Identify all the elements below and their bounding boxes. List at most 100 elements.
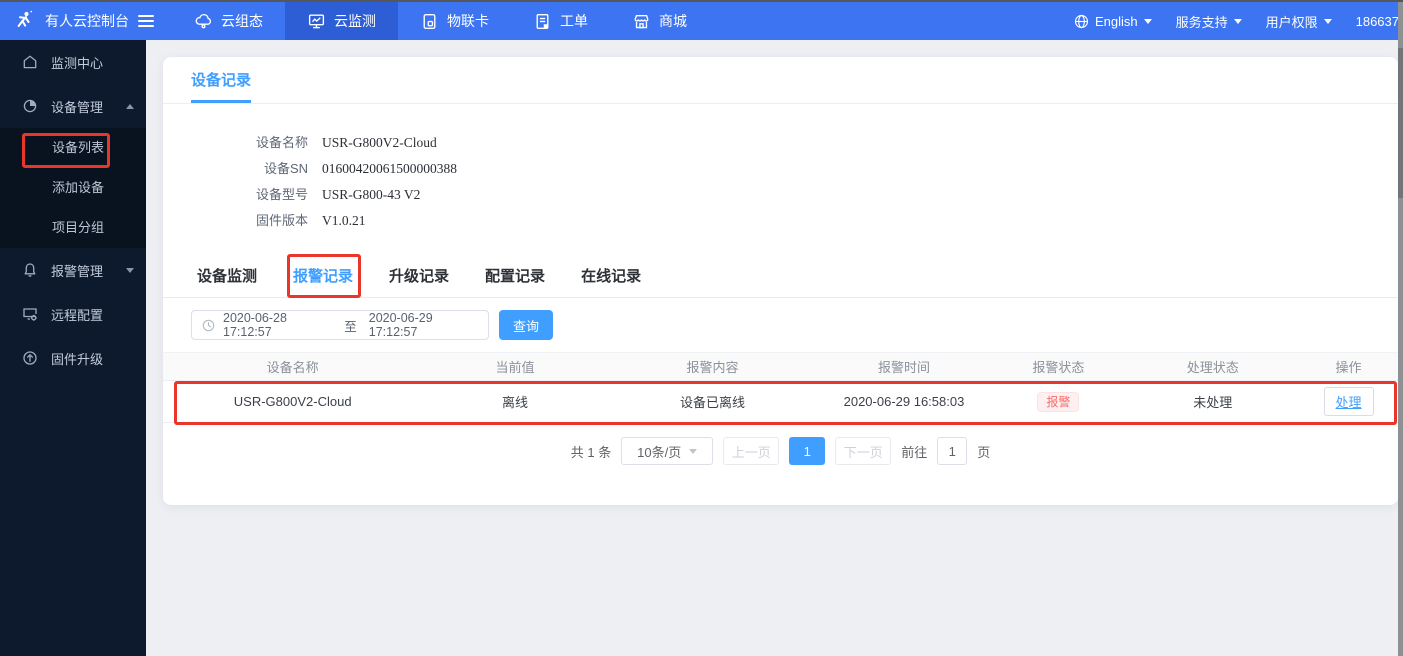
page-size-value: 10条/页 xyxy=(637,444,682,460)
handle-button[interactable]: 处理 xyxy=(1323,387,1374,416)
device-record-card: 设备记录 设备名称 USR-G800V2-Cloud 设备SN 01600420… xyxy=(163,57,1398,505)
cell-action: 处理 xyxy=(1299,387,1398,416)
filter-row: 2020-06-28 17:12:57 至 2020-06-29 17:12:5… xyxy=(191,310,1398,340)
goto-page-input[interactable] xyxy=(937,437,968,465)
firmware-upgrade-icon xyxy=(22,350,38,366)
pagination-total: 共 1 条 xyxy=(570,444,612,460)
account-number[interactable]: 186637 xyxy=(1356,14,1399,29)
sidebar-item-project-group[interactable]: 项目分组 xyxy=(0,208,146,248)
info-value: USR-G800V2-Cloud xyxy=(322,135,437,150)
page-number-1[interactable]: 1 xyxy=(789,437,826,465)
sidebar-item-add-device[interactable]: 添加设备 xyxy=(0,168,146,208)
navbar-right: English 服务支持 用户权限 186637 xyxy=(1074,12,1403,31)
page-size-select[interactable]: 10条/页 xyxy=(621,437,714,465)
device-info: 设备名称 USR-G800V2-Cloud 设备SN 0160042006150… xyxy=(163,104,1398,234)
brand[interactable]: 有人云控制台 xyxy=(0,9,160,33)
nav-tab-label: 物联卡 xyxy=(447,13,489,29)
tab-device-monitor[interactable]: 设备监测 xyxy=(197,258,257,297)
info-label: 设备型号 xyxy=(255,187,308,202)
monitor-chart-icon xyxy=(307,12,326,31)
chevron-down-icon xyxy=(1143,18,1152,24)
vertical-scrollbar[interactable] xyxy=(1398,2,1403,656)
left-sidebar: 监测中心 设备管理 设备列表 添加设备 项目分组 报警管理 远程配置 固件升级 xyxy=(0,40,146,656)
nav-tab-cloud-config[interactable]: 云组态 xyxy=(172,2,285,40)
prev-page-button[interactable]: 上一页 xyxy=(723,437,780,465)
submenu-item-label: 项目分组 xyxy=(52,220,105,235)
date-start-value: 2020-06-28 17:12:57 xyxy=(223,311,287,339)
tab-online-records[interactable]: 在线记录 xyxy=(581,258,641,297)
nav-tab-label: 商城 xyxy=(659,13,687,29)
submenu-item-label: 设备列表 xyxy=(52,140,105,155)
window-top-edge xyxy=(0,0,1403,2)
col-alarm-status: 报警状态 xyxy=(1032,360,1085,375)
scrollbar-thumb[interactable] xyxy=(1398,48,1403,198)
nav-tab-label: 云组态 xyxy=(221,13,263,29)
pagination: 共 1 条 10条/页 上一页 1 下一页 前往 页 xyxy=(163,437,1398,465)
cell-handle-status: 未处理 xyxy=(1193,395,1233,410)
device-management-submenu: 设备列表 添加设备 项目分组 xyxy=(0,128,146,248)
nav-tab-label: 工单 xyxy=(560,13,588,29)
nav-tab-iot-card[interactable]: 物联卡 xyxy=(398,2,511,40)
permission-menu[interactable]: 用户权限 xyxy=(1266,12,1332,31)
search-button[interactable]: 查询 xyxy=(499,310,554,340)
cell-alarm-status: 报警 xyxy=(990,391,1126,412)
info-row-device-sn: 设备SN 01600420061500000388 xyxy=(163,156,1398,182)
navbar-tabs: 云组态 云监测 物联卡 工单 商城 xyxy=(172,2,709,40)
table-row: USR-G800V2-Cloud 离线 设备已离线 2020-06-29 16:… xyxy=(163,381,1398,423)
nav-tab-mall[interactable]: 商城 xyxy=(610,2,709,40)
tab-alarm-records[interactable]: 报警记录 xyxy=(293,258,354,297)
sidebar-item-device-list[interactable]: 设备列表 xyxy=(0,128,146,168)
info-label: 设备SN xyxy=(263,161,308,176)
chevron-down-icon xyxy=(1323,18,1332,24)
work-order-icon xyxy=(533,12,552,31)
sidebar-item-label: 远程配置 xyxy=(51,307,104,323)
brand-logo-icon xyxy=(12,9,36,33)
language-menu[interactable]: English xyxy=(1074,14,1152,29)
clock-icon xyxy=(202,319,215,332)
tab-config-records[interactable]: 配置记录 xyxy=(485,258,545,297)
sidebar-item-remote-config[interactable]: 远程配置 xyxy=(0,292,146,336)
sidebar-item-monitor-center[interactable]: 监测中心 xyxy=(0,40,146,84)
tab-upgrade-records[interactable]: 升级记录 xyxy=(389,258,449,297)
page-title[interactable]: 设备记录 xyxy=(191,57,252,103)
sidebar-item-label: 固件升级 xyxy=(51,351,104,367)
chevron-down-icon xyxy=(689,448,698,454)
chevron-down-icon xyxy=(1233,18,1242,24)
next-page-button[interactable]: 下一页 xyxy=(835,437,892,465)
col-current-value: 当前值 xyxy=(495,360,535,375)
col-alarm-time: 报警时间 xyxy=(877,360,930,375)
sidebar-item-firmware-upgrade[interactable]: 固件升级 xyxy=(0,336,146,380)
sim-card-icon xyxy=(420,12,439,31)
date-range-picker[interactable]: 2020-06-28 17:12:57 至 2020-06-29 17:12:5… xyxy=(191,310,489,340)
col-action: 操作 xyxy=(1335,360,1362,375)
cell-device-name: USR-G800V2-Cloud xyxy=(233,394,352,409)
support-label: 服务支持 xyxy=(1175,14,1228,30)
date-end-value: 2020-06-29 17:12:57 xyxy=(368,311,433,339)
sidebar-item-label: 监测中心 xyxy=(51,55,104,71)
info-value: 01600420061500000388 xyxy=(322,161,457,176)
alarm-status-badge: 报警 xyxy=(1037,391,1080,412)
cell-alarm-content: 设备已离线 xyxy=(680,395,746,410)
permission-label: 用户权限 xyxy=(1265,14,1318,30)
top-navbar: 有人云控制台 云组态 云监测 物联卡 工单 商城 English 服务支持 用户… xyxy=(0,2,1403,40)
nav-tab-cloud-monitor[interactable]: 云监测 xyxy=(285,2,398,40)
pie-chart-icon xyxy=(22,98,38,114)
sidebar-item-device-management[interactable]: 设备管理 xyxy=(0,84,146,128)
sidebar-item-alarm-management[interactable]: 报警管理 xyxy=(0,248,146,292)
brand-title: 有人云控制台 xyxy=(45,13,129,29)
submenu-item-label: 添加设备 xyxy=(52,180,105,195)
alarm-table: 设备名称 当前值 报警内容 报警时间 报警状态 处理状态 操作 USR-G800… xyxy=(163,352,1398,423)
goto-label: 前往 xyxy=(901,444,928,460)
language-label: English xyxy=(1094,13,1138,29)
table-header-row: 设备名称 当前值 报警内容 报警时间 报警状态 处理状态 操作 xyxy=(163,352,1398,381)
support-menu[interactable]: 服务支持 xyxy=(1176,12,1242,31)
nav-tab-work-order[interactable]: 工单 xyxy=(511,2,610,40)
storefront-icon xyxy=(632,12,651,31)
sidebar-item-label: 设备管理 xyxy=(51,99,104,115)
cell-current-value: 离线 xyxy=(501,395,528,410)
hamburger-icon[interactable] xyxy=(138,14,154,28)
info-value: USR-G800-43 V2 xyxy=(322,187,421,202)
col-handle-status: 处理状态 xyxy=(1186,360,1239,375)
col-alarm-content: 报警内容 xyxy=(686,360,739,375)
chevron-down-icon xyxy=(126,267,134,273)
